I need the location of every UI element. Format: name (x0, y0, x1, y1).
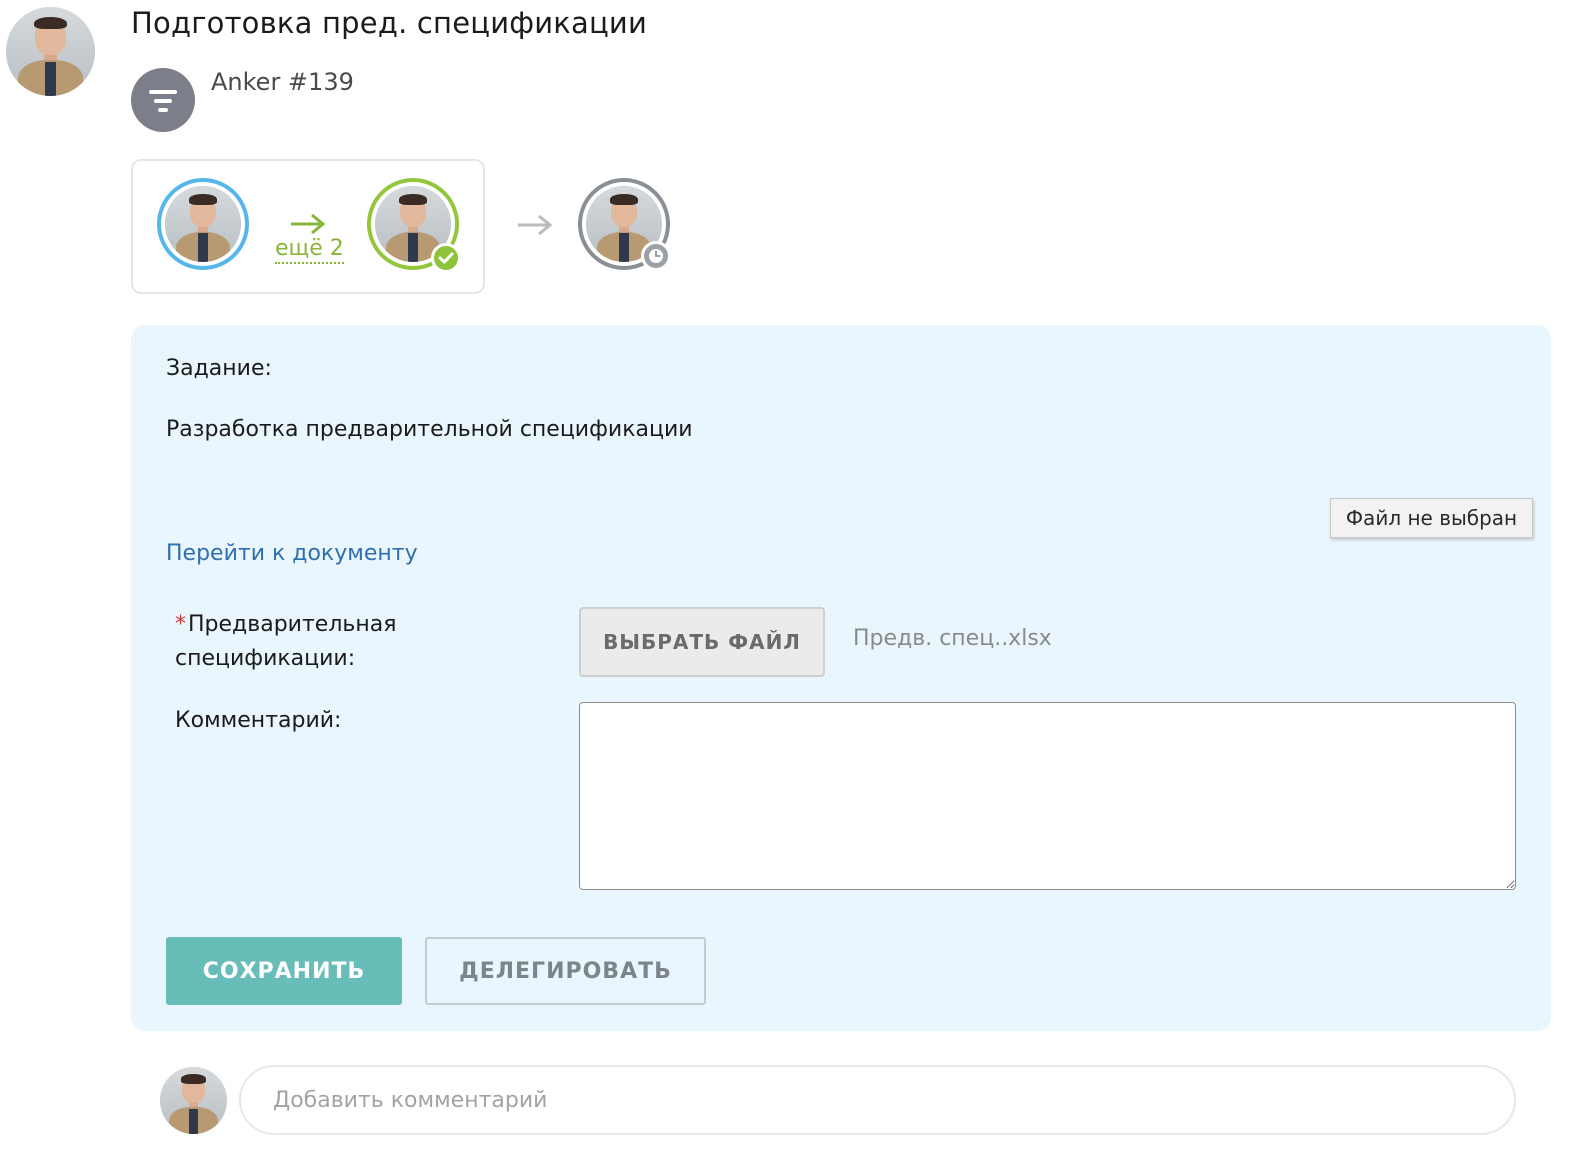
go-to-document-link[interactable]: Перейти к документу (166, 541, 418, 566)
route-step-current[interactable] (157, 178, 249, 270)
clock-icon (641, 241, 671, 271)
author-avatar[interactable] (6, 7, 95, 96)
page-title: Подготовка пред. спецификации (131, 6, 648, 40)
comment-textarea[interactable] (579, 702, 1516, 890)
filter-funnel-icon (131, 68, 195, 132)
task-page: Подготовка пред. спецификации Anker #139… (0, 0, 1580, 1162)
spec-field-label-text: Предварительная спецификации: (175, 612, 397, 671)
file-not-selected-tooltip: Файл не выбран (1330, 498, 1533, 538)
task-heading: Задание: (166, 356, 272, 381)
spec-field-label: *Предварительная спецификации: (175, 608, 535, 676)
arrow-right-icon (291, 213, 326, 235)
comment-field-label: Комментарий: (175, 708, 342, 733)
selected-file-name[interactable]: Предв. спец..xlsx (853, 626, 1052, 651)
delegate-button[interactable]: ДЕЛЕГИРОВАТЬ (425, 937, 706, 1005)
route-step-avatar (165, 186, 241, 262)
process-instance-label[interactable]: Anker #139 (211, 68, 354, 96)
arrow-right-icon (518, 214, 553, 236)
current-user-avatar (160, 1067, 227, 1134)
choose-file-button[interactable]: ВЫБРАТЬ ФАЙЛ (579, 607, 825, 677)
required-marker: * (175, 612, 186, 637)
save-button[interactable]: СОХРАНИТЬ (166, 937, 402, 1005)
check-icon (431, 243, 461, 273)
route-more-link[interactable]: ещё 2 (275, 236, 344, 264)
add-comment-input[interactable] (239, 1065, 1516, 1135)
task-description: Разработка предварительной спецификации (166, 417, 693, 442)
